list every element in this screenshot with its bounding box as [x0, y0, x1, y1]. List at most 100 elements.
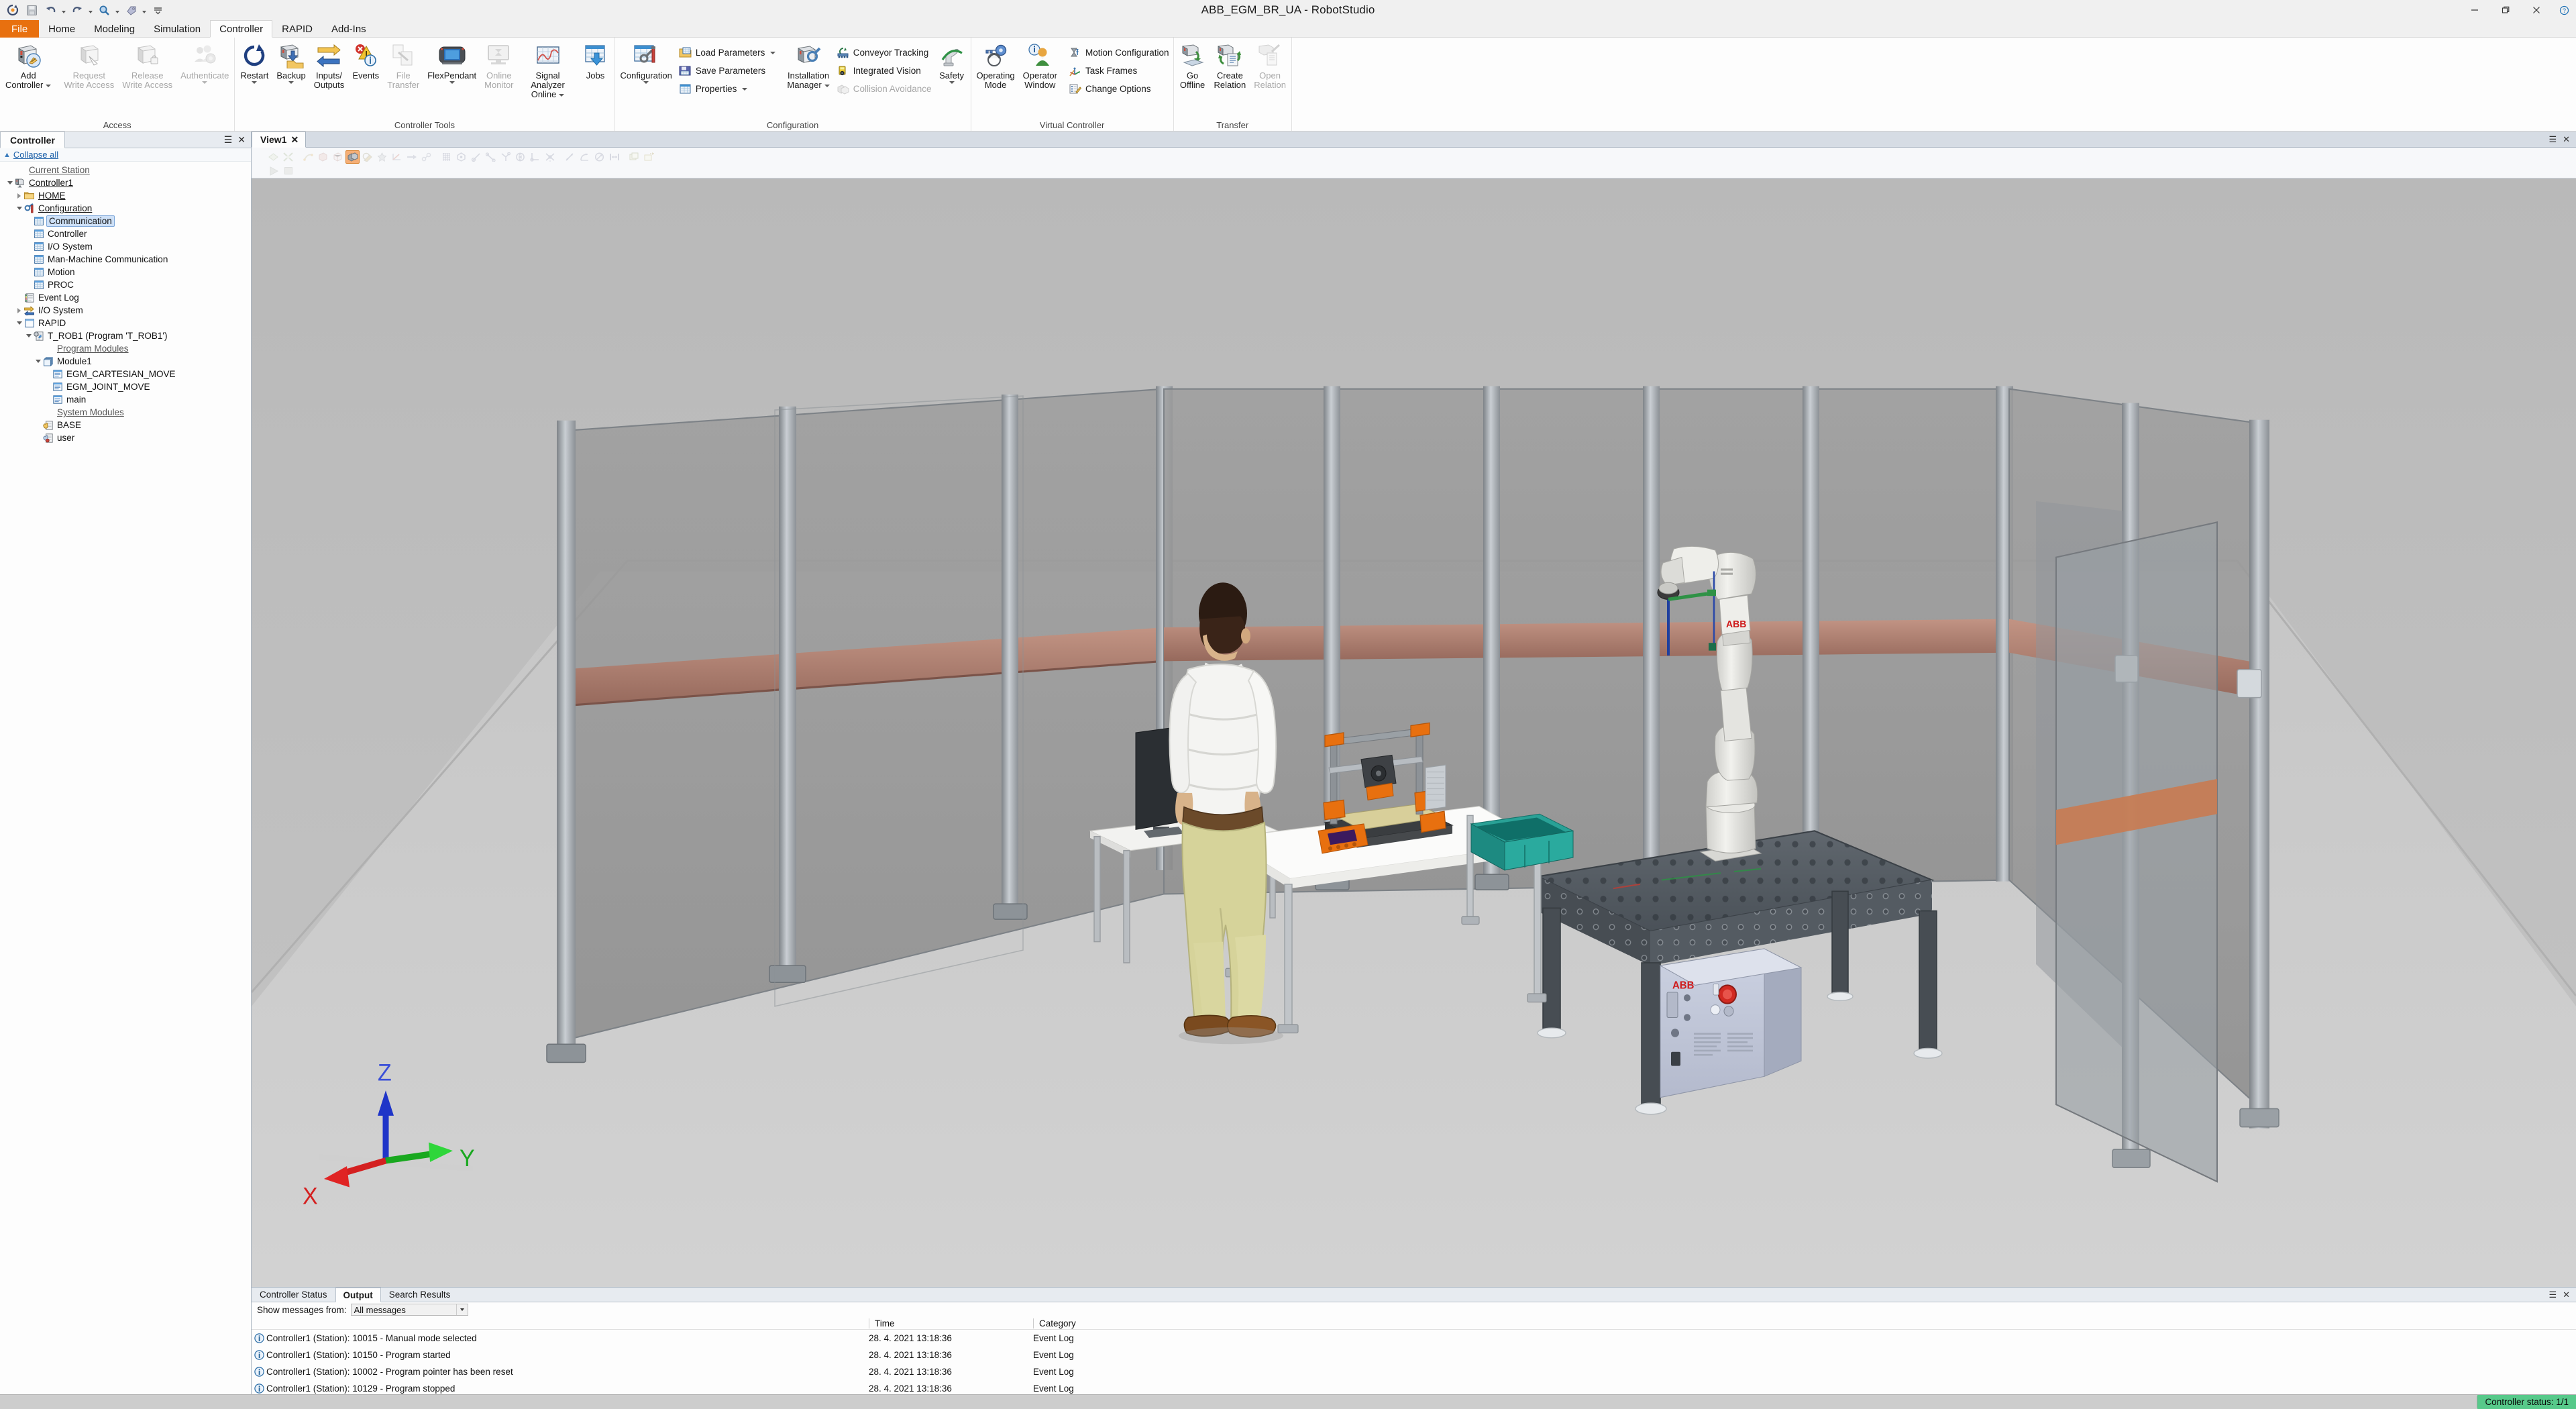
task-frames-button[interactable]: Task Frames [1066, 62, 1172, 79]
select-part-icon[interactable] [331, 150, 345, 164]
tree-item-rapid[interactable]: RAPID [0, 317, 251, 329]
flexpendant-button[interactable]: FlexPendant [423, 42, 480, 84]
output-log-row[interactable]: Controller1 (Station): 10150 - Program s… [252, 1347, 2576, 1363]
tree-item-base[interactable]: BASE [0, 419, 251, 431]
save-parameters-button[interactable]: Save Parameters [676, 62, 779, 79]
tab-home[interactable]: Home [39, 20, 85, 38]
inputs-outputs-button[interactable]: Inputs/Outputs [310, 42, 349, 90]
tree-item-t-rob1-program-t-rob1[interactable]: T_ROB1 (Program 'T_ROB1') [0, 329, 251, 342]
expand-arrow-icon[interactable] [15, 307, 23, 313]
measure-diameter-icon[interactable] [592, 150, 606, 164]
graphics-viewport[interactable]: ABB ABB Z Y X [252, 178, 2576, 1287]
properties-caret-icon[interactable] [742, 87, 748, 91]
collapse-arrow-icon[interactable] [24, 334, 33, 337]
output-log-row[interactable]: Controller1 (Station): 10002 - Program p… [252, 1363, 2576, 1380]
conveyor-tracking-button[interactable]: Conveyor Tracking [834, 44, 934, 61]
tree-item-main[interactable]: main [0, 393, 251, 406]
stop-icon[interactable] [281, 164, 295, 178]
authenticate-caret-icon[interactable] [202, 81, 208, 84]
tree-item-egm-cartesian-move[interactable]: EGM_CARTESIAN_MOVE [0, 368, 251, 380]
release-write-access-button[interactable]: Release Write Access [118, 42, 176, 90]
freehand-multilayer-icon[interactable] [627, 150, 641, 164]
flexpendant-caret-icon[interactable] [449, 81, 455, 84]
configuration-caret-icon[interactable] [643, 81, 649, 84]
integrated-vision-button[interactable]: Integrated Vision [834, 62, 934, 79]
chevron-down-icon[interactable] [455, 1304, 468, 1315]
tree-item-home[interactable]: HOME [0, 189, 251, 202]
select-surface-icon[interactable] [316, 150, 330, 164]
collapse-arrow-icon[interactable] [34, 360, 42, 363]
collision-avoidance-button[interactable]: Collision Avoidance [834, 81, 934, 97]
file-transfer-button[interactable]: File Transfer [383, 42, 423, 90]
selection-snap-toolbar[interactable] [266, 150, 2576, 164]
message-source-select[interactable]: All messages [350, 1304, 468, 1316]
output-log-list[interactable]: Controller1 (Station): 10015 - Manual mo… [252, 1330, 2576, 1394]
snap-endpoint-icon[interactable] [484, 150, 498, 164]
signal-analyzer-online-button[interactable]: Signal Analyzer Online [518, 42, 578, 99]
panel-tab-controller[interactable]: Controller [0, 132, 65, 148]
select-tooldata-icon[interactable] [419, 150, 433, 164]
view-tab-view1[interactable]: View1 ✕ [252, 132, 307, 148]
dock-menu-icon[interactable]: ☰ [2548, 1290, 2557, 1299]
tree-item-configuration[interactable]: Configuration [0, 202, 251, 215]
viewport-toolbar[interactable] [252, 148, 2576, 178]
select-frame-icon[interactable] [390, 150, 404, 164]
add-controller-button[interactable]: Add Controller [1, 42, 55, 90]
signal-analyzer-caret-icon[interactable] [559, 94, 565, 97]
tree-item-program-modules[interactable]: Program Modules [0, 342, 251, 355]
snap-intersection-icon[interactable] [543, 150, 557, 164]
output-log-row[interactable]: Controller1 (Station): 10129 - Program s… [252, 1380, 2576, 1394]
backup-caret-icon[interactable] [288, 81, 294, 84]
operating-mode-button[interactable]: Operating Mode [973, 42, 1019, 90]
panel-close-icon[interactable]: ✕ [237, 135, 246, 144]
dock-window-tools[interactable]: ☰ ✕ [2548, 1288, 2576, 1302]
snap-edge-icon[interactable] [498, 150, 513, 164]
selection-layer-icon[interactable] [266, 150, 280, 164]
play-icon[interactable] [266, 164, 280, 178]
panel-menu-icon[interactable]: ☰ [224, 135, 233, 144]
close-button[interactable] [2521, 0, 2552, 20]
dock-close-icon[interactable]: ✕ [2563, 1290, 2570, 1299]
window-controls[interactable]: ? [2459, 0, 2576, 20]
tab-addins[interactable]: Add-Ins [322, 20, 376, 38]
tree-item-egm-joint-move[interactable]: EGM_JOINT_MOVE [0, 380, 251, 393]
tree-item-i-o-system[interactable]: I/O System [0, 240, 251, 253]
minimize-button[interactable] [2459, 0, 2490, 20]
simulation-toolbar[interactable] [266, 164, 2576, 178]
tree-item-i-o-system[interactable]: I/O System [0, 304, 251, 317]
tab-file[interactable]: File [0, 20, 40, 38]
view-close-icon[interactable]: ✕ [2563, 135, 2570, 144]
dock-tab-search-results[interactable]: Search Results [381, 1288, 459, 1302]
collapse-arrow-icon[interactable] [15, 207, 23, 210]
configuration-button[interactable]: Configuration [616, 42, 676, 84]
events-button[interactable]: Events [348, 42, 383, 81]
tab-simulation[interactable]: Simulation [144, 20, 210, 38]
online-monitor-button[interactable]: Online Monitor [480, 42, 517, 90]
status-badge[interactable]: Controller status: 1/1 [2477, 1395, 2576, 1409]
authenticate-button[interactable]: Authenticate [176, 42, 233, 84]
safety-button[interactable]: Safety [934, 42, 969, 84]
ribbon-tabstrip[interactable]: File Home Modeling Simulation Controller… [0, 20, 2576, 38]
tree-item-event-log[interactable]: Event Log [0, 291, 251, 304]
tree-item-man-machine-communication[interactable]: Man-Machine Communication [0, 253, 251, 266]
add-controller-caret-icon[interactable] [46, 85, 52, 88]
tree-item-user[interactable]: user [0, 431, 251, 444]
load-parameters-caret-icon[interactable] [770, 51, 776, 54]
select-target-icon[interactable] [375, 150, 389, 164]
tree-item-system-modules[interactable]: System Modules [0, 406, 251, 419]
measure-angle-icon[interactable] [578, 150, 592, 164]
select-curve-icon[interactable] [301, 150, 315, 164]
tree-item-controller[interactable]: Controller [0, 227, 251, 240]
snap-circle-icon[interactable] [513, 150, 527, 164]
freehand-move-icon[interactable] [642, 150, 656, 164]
load-parameters-button[interactable]: Load Parameters [676, 44, 779, 61]
tab-controller[interactable]: Controller [210, 20, 273, 38]
collapse-all-link[interactable]: Collapse all [13, 150, 58, 160]
select-mechanism-icon[interactable] [360, 150, 374, 164]
dock-tab-output[interactable]: Output [335, 1288, 381, 1302]
view-window-tools[interactable]: ☰ ✕ [2548, 132, 2576, 147]
motion-configuration-button[interactable]: Motion Configuration [1066, 44, 1172, 61]
collapse-all-row[interactable]: ▲ Collapse all [0, 148, 251, 162]
output-dock-tabbar[interactable]: Controller Status Output Search Results … [252, 1288, 2576, 1302]
measure-min-distance-icon[interactable] [607, 150, 621, 164]
